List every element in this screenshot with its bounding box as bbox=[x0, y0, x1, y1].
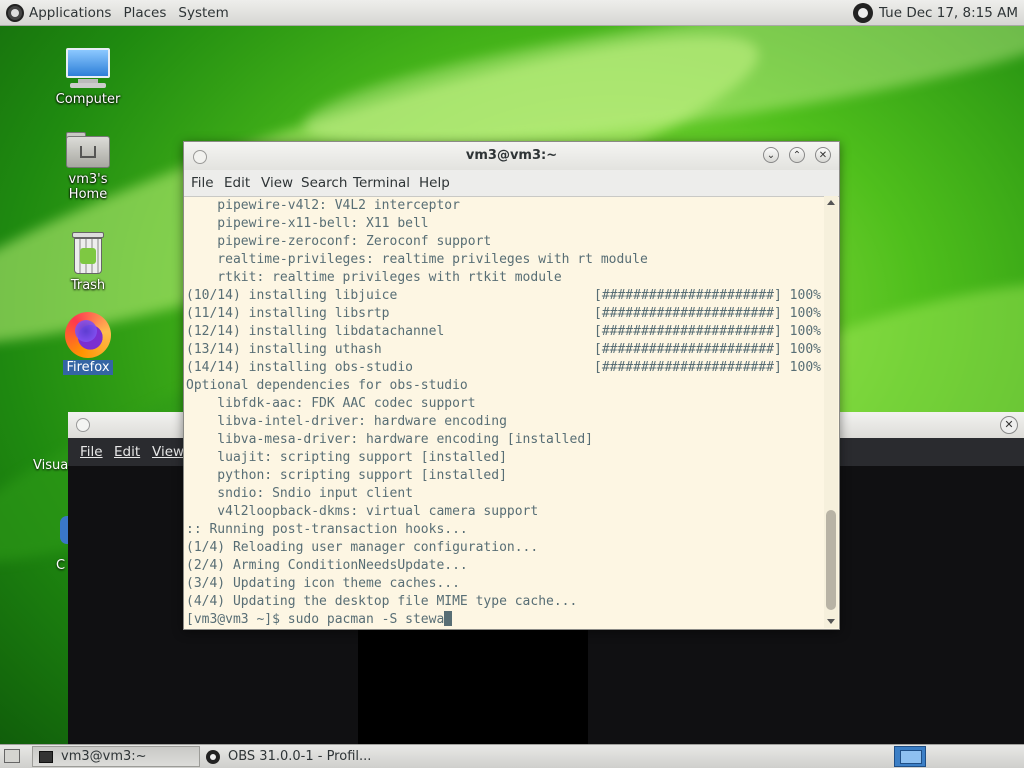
obs-tray-icon[interactable] bbox=[852, 2, 873, 23]
firefox-icon bbox=[65, 312, 111, 358]
terminal-line: (14/14) installing obs-studio bbox=[186, 360, 413, 375]
terminal-line: (3/4) Updating icon theme caches... bbox=[186, 576, 460, 591]
menu-search[interactable]: Search bbox=[301, 175, 347, 191]
terminal-line: (10/14) installing libjuice bbox=[186, 288, 398, 303]
terminal-line: pipewire-zeroconf: Zeroconf support bbox=[186, 234, 492, 249]
terminal-line: (2/4) Arming ConditionNeedsUpdate... bbox=[186, 558, 468, 573]
progress-bar-text: [######################] 100% bbox=[594, 288, 821, 303]
terminal-line: (4/4) Updating the desktop file MIME typ… bbox=[186, 594, 578, 609]
terminal-line: :: Running post-transaction hooks... bbox=[186, 522, 468, 537]
menu-view[interactable]: View bbox=[261, 175, 293, 191]
obs-icon bbox=[206, 749, 220, 764]
window-title: vm3@vm3:~ bbox=[465, 148, 558, 163]
terminal-line: libva-mesa-driver: hardware encoding [in… bbox=[186, 432, 593, 447]
terminal-line: libfdk-aac: FDK AAC codec support bbox=[186, 396, 476, 411]
menu-system[interactable]: System bbox=[178, 5, 228, 21]
obs-menu-edit[interactable]: Edit bbox=[114, 444, 140, 460]
desktop-icon-label: Trash bbox=[70, 278, 106, 293]
clock[interactable]: Tue Dec 17, 8:15 AM bbox=[879, 5, 1018, 21]
terminal-icon bbox=[39, 750, 53, 763]
terminal-line: (1/4) Reloading user manager configurati… bbox=[186, 540, 539, 555]
obs-menu-view[interactable]: View bbox=[152, 444, 184, 460]
panel-tray: Tue Dec 17, 8:15 AM bbox=[852, 2, 1024, 23]
terminal-scrollbar[interactable] bbox=[824, 196, 838, 628]
progress-bar-text: [######################] 100% bbox=[594, 306, 821, 321]
terminal-titlebar[interactable]: vm3@vm3:~ ⌄ ⌃ ✕ bbox=[184, 142, 839, 170]
show-desktop-icon[interactable] bbox=[4, 749, 20, 763]
desktop-icon-label-partial: C bbox=[56, 558, 66, 573]
terminal-line: pipewire-x11-bell: X11 bell bbox=[186, 216, 429, 231]
terminal-window[interactable]: vm3@vm3:~ ⌄ ⌃ ✕ File Edit View Search Te… bbox=[183, 141, 840, 630]
terminal-line: rtkit: realtime privileges with rtkit mo… bbox=[186, 270, 562, 285]
progress-bar-text: [######################] 100% bbox=[594, 324, 821, 339]
terminal-line: (11/14) installing libsrtp bbox=[186, 306, 390, 321]
obs-menu-file[interactable]: File bbox=[80, 444, 103, 460]
menu-edit[interactable]: Edit bbox=[224, 175, 250, 191]
terminal-output[interactable]: pipewire-v4l2: V4L2 interceptor pipewire… bbox=[185, 196, 825, 628]
terminal-prompt-line[interactable]: [vm3@vm3 ~]$ sudo pacman -S stewa bbox=[186, 611, 453, 628]
maximize-icon[interactable]: ⌃ bbox=[789, 147, 805, 163]
desktop-icon-computer[interactable]: Computer bbox=[48, 48, 128, 107]
progress-bar-text: [######################] 100% bbox=[594, 342, 821, 357]
terminal-line: luajit: scripting support [installed] bbox=[186, 450, 507, 465]
desktop-icon-label: Computer bbox=[55, 92, 121, 107]
taskbar-item-terminal[interactable]: vm3@vm3:~ bbox=[32, 746, 200, 767]
menu-help[interactable]: Help bbox=[419, 175, 450, 191]
terminal-line: (12/14) installing libdatachannel bbox=[186, 324, 445, 339]
taskbar-item-obs[interactable]: OBS 31.0.0-1 - Profil... bbox=[200, 746, 400, 767]
menu-file[interactable]: File bbox=[191, 175, 214, 191]
terminal-line: python: scripting support [installed] bbox=[186, 468, 507, 483]
menu-terminal[interactable]: Terminal bbox=[353, 175, 410, 191]
terminal-prompt-text: [vm3@vm3 ~]$ sudo pacman -S stewa bbox=[186, 612, 445, 627]
taskbar-item-label: OBS 31.0.0-1 - Profil... bbox=[228, 749, 372, 764]
desktop-icon-label: vm3's Home bbox=[68, 172, 108, 202]
scroll-down-icon[interactable] bbox=[827, 619, 835, 624]
close-icon[interactable]: ✕ bbox=[1000, 416, 1018, 434]
terminal-line: pipewire-v4l2: V4L2 interceptor bbox=[186, 198, 460, 213]
bottom-panel: vm3@vm3:~ OBS 31.0.0-1 - Profil... bbox=[0, 744, 1024, 768]
terminal-line: realtime-privileges: realtime privileges… bbox=[186, 252, 648, 267]
distro-logo-icon[interactable] bbox=[6, 3, 24, 22]
workspace-switcher[interactable] bbox=[894, 746, 926, 767]
terminal-line: (13/14) installing uthash bbox=[186, 342, 382, 357]
scrollbar-thumb[interactable] bbox=[826, 510, 836, 610]
trash-icon bbox=[70, 232, 106, 276]
terminal-line: sndio: Sndio input client bbox=[186, 486, 413, 501]
terminal-line: libva-intel-driver: hardware encoding bbox=[186, 414, 507, 429]
text-cursor bbox=[444, 611, 453, 626]
desktop-icon-firefox[interactable]: Firefox bbox=[48, 312, 128, 375]
menu-places[interactable]: Places bbox=[123, 5, 166, 21]
scroll-up-icon[interactable] bbox=[827, 200, 835, 205]
close-icon[interactable]: ✕ bbox=[815, 147, 831, 163]
terminal-line: v4l2loopback-dkms: virtual camera suppor… bbox=[186, 504, 539, 519]
progress-bar-text: [######################] 100% bbox=[594, 360, 821, 375]
desktop-icon-label-partial: Visual bbox=[33, 458, 72, 473]
window-menu-icon[interactable] bbox=[76, 418, 90, 432]
top-panel: Applications Places System Tue Dec 17, 8… bbox=[0, 0, 1024, 26]
desktop-icon-trash[interactable]: Trash bbox=[48, 232, 128, 293]
taskbar-item-label: vm3@vm3:~ bbox=[61, 749, 147, 764]
menu-applications[interactable]: Applications bbox=[29, 5, 111, 21]
terminal-line: Optional dependencies for obs-studio bbox=[186, 378, 468, 393]
terminal-menubar: File Edit View Search Terminal Help bbox=[184, 170, 839, 197]
desktop-icon-home[interactable]: vm3's Home bbox=[48, 130, 128, 202]
home-folder-icon bbox=[64, 130, 112, 170]
computer-icon bbox=[64, 48, 112, 90]
desktop-icon-label: Firefox bbox=[63, 360, 113, 375]
minimize-icon[interactable]: ⌄ bbox=[763, 147, 779, 163]
